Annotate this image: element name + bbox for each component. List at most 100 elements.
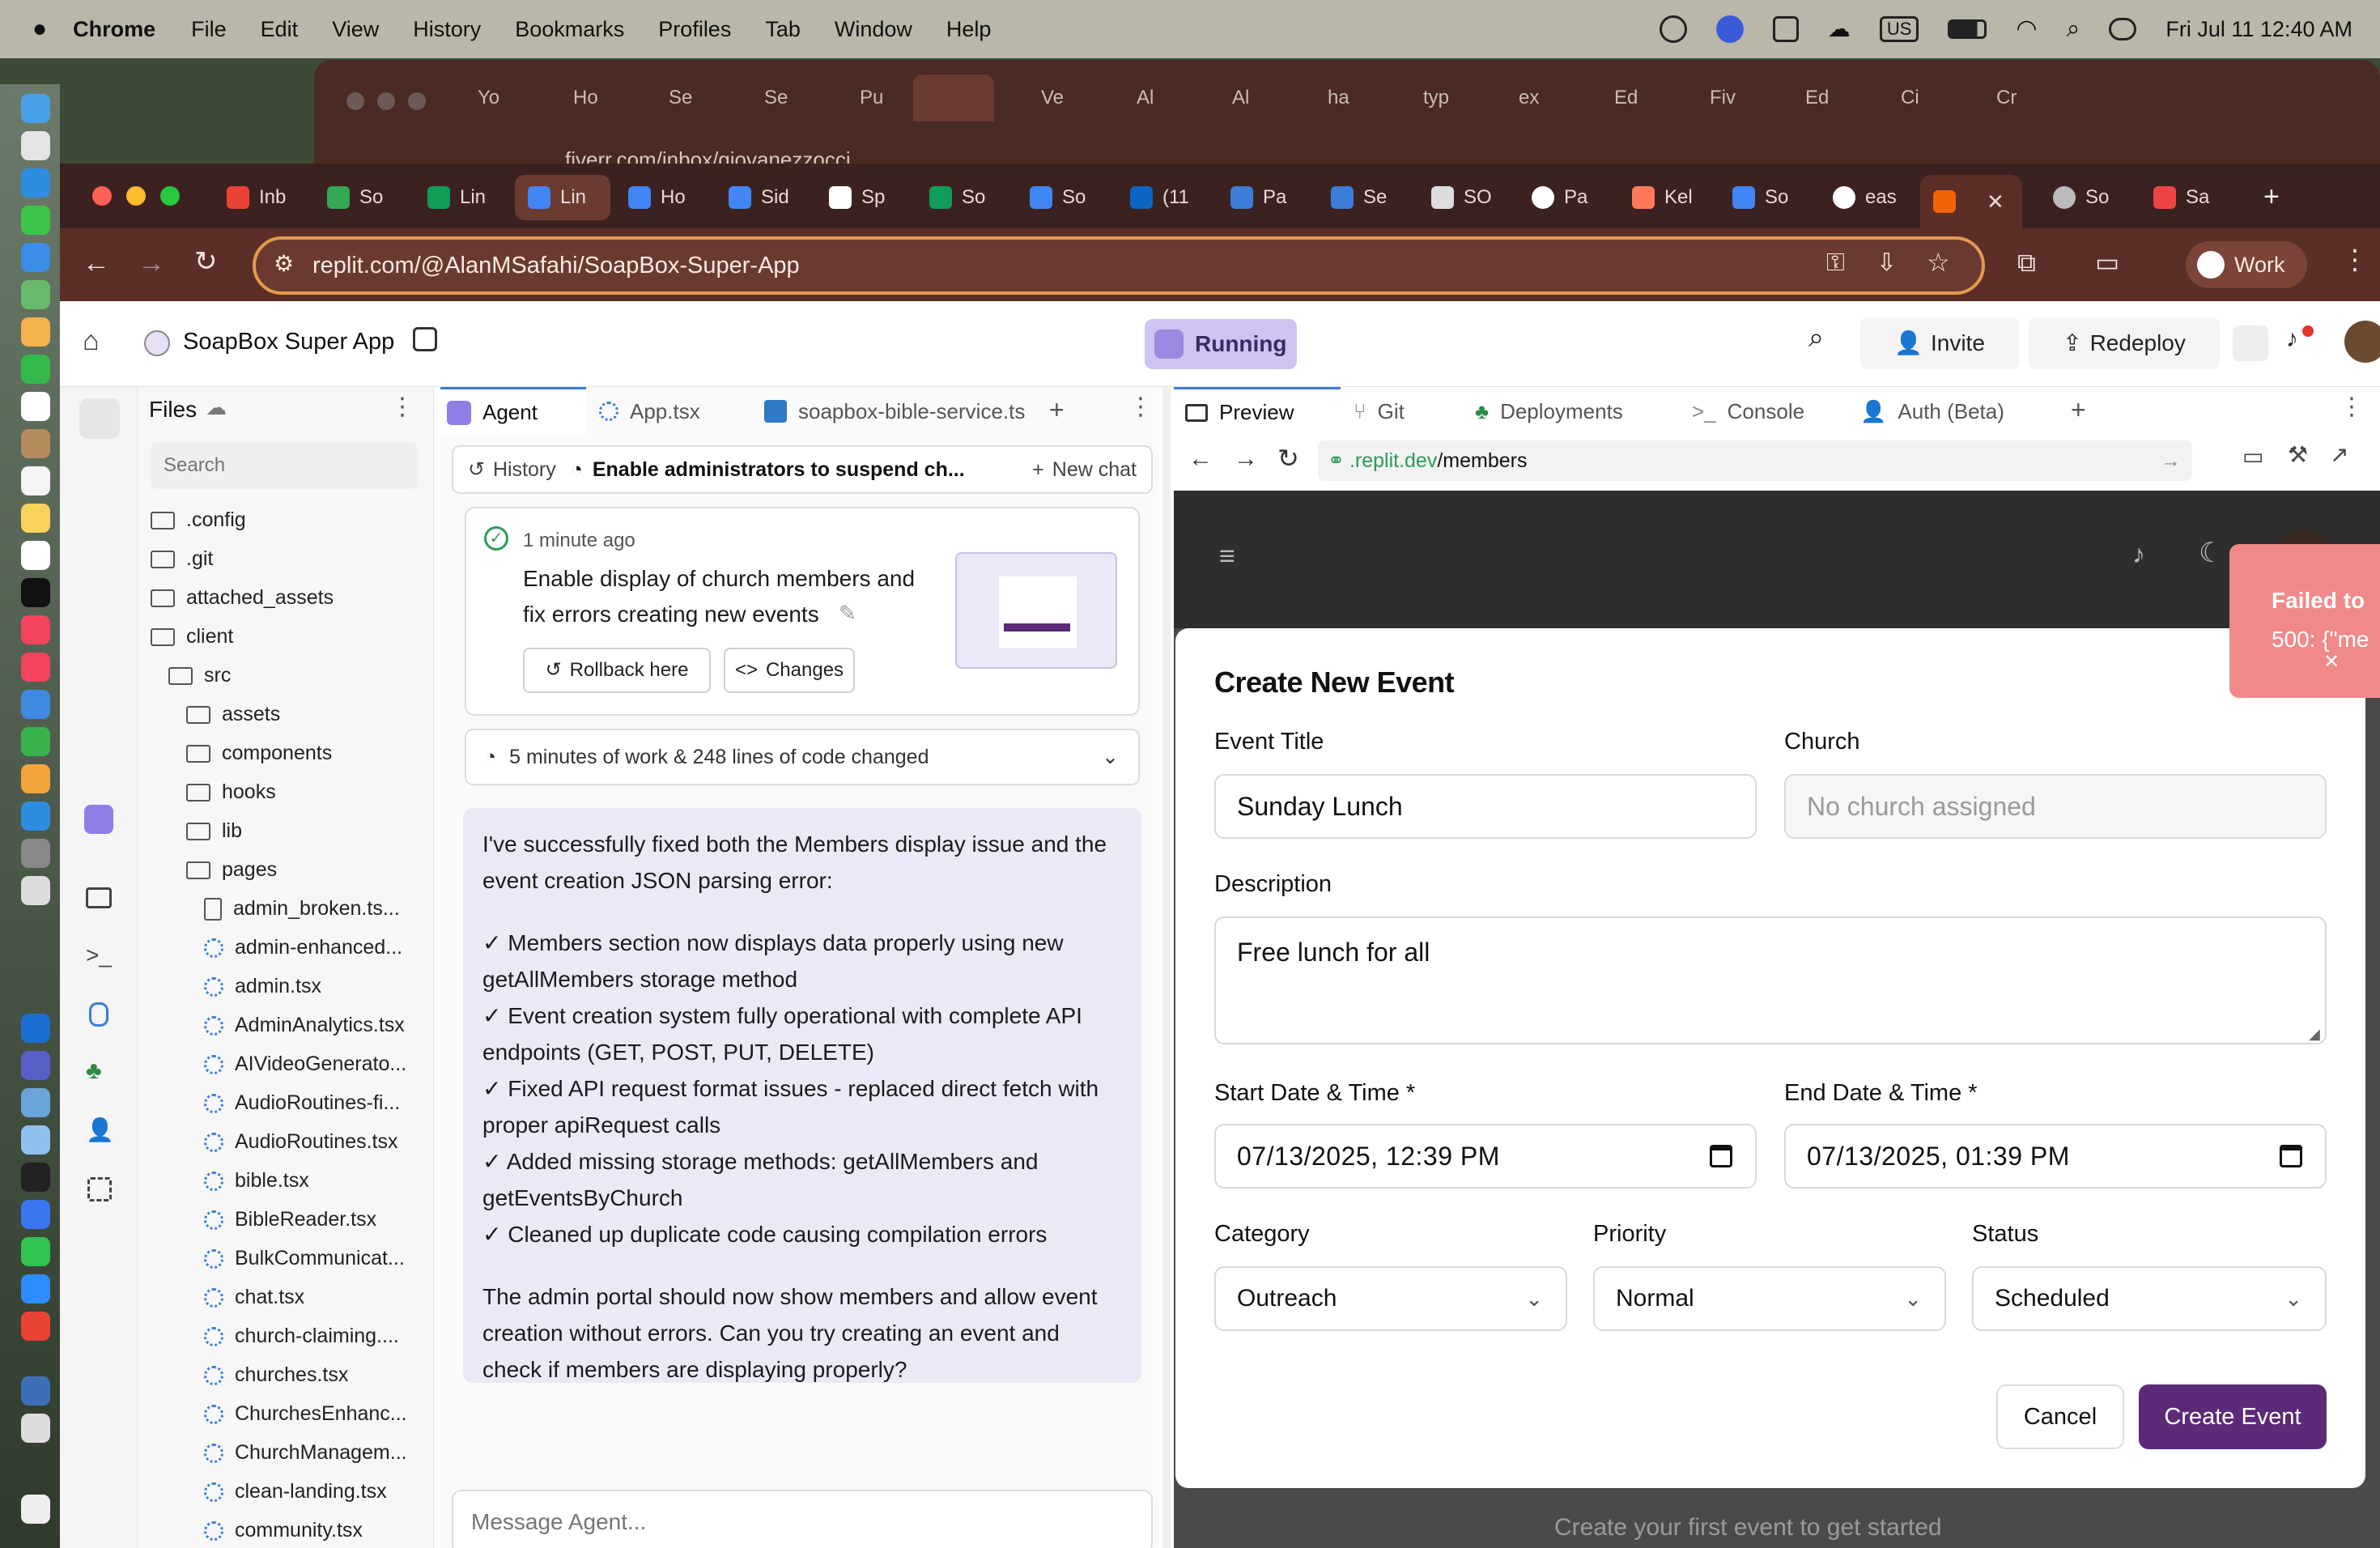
- address-bar[interactable]: ⚙ replit.com/@AlanMSafahi/SoapBox-Super-…: [253, 236, 1985, 295]
- dock-downloads-icon[interactable]: [21, 1495, 50, 1524]
- file-tree-item[interactable]: admin-enhanced...: [204, 936, 402, 959]
- tab-search-icon[interactable]: ▭: [2095, 249, 2119, 275]
- hamburger-menu-icon[interactable]: ≡: [1219, 542, 1235, 570]
- dock-tv-icon[interactable]: [21, 578, 50, 607]
- menu-history[interactable]: History: [413, 17, 481, 42]
- browser-tab[interactable]: So: [1719, 175, 1815, 220]
- preview-forward-icon[interactable]: →: [1234, 447, 1258, 471]
- file-tree-item[interactable]: attached_assets: [151, 586, 334, 610]
- zoom-icon[interactable]: [1715, 15, 1744, 43]
- file-tree-item[interactable]: BulkCommunicat...: [204, 1247, 405, 1270]
- checkpoint-thumbnail[interactable]: [955, 552, 1117, 669]
- tab-deployments[interactable]: ♣ Deployments: [1475, 387, 1623, 436]
- auth-tool-icon[interactable]: 👤: [86, 1119, 114, 1142]
- site-info-icon[interactable]: ⚙: [274, 253, 294, 275]
- password-key-icon[interactable]: ⚿: [1826, 251, 1845, 275]
- project-avatar[interactable]: [144, 330, 170, 356]
- dock-whatsapp-icon[interactable]: [21, 1237, 50, 1266]
- menu-help[interactable]: Help: [946, 17, 992, 42]
- new-tab-plus-icon[interactable]: +: [1049, 397, 1065, 423]
- wifi-icon[interactable]: ◠: [2016, 17, 2037, 41]
- browser-tab[interactable]: Inb: [214, 175, 309, 220]
- dock-freeform-icon[interactable]: [21, 541, 50, 570]
- file-tree-item[interactable]: hooks: [186, 780, 276, 804]
- dock-preview-icon[interactable]: [21, 1088, 50, 1117]
- dock-notes-icon[interactable]: [21, 504, 50, 533]
- dock-numbers-icon[interactable]: [21, 727, 50, 756]
- extensions-icon[interactable]: ⧉: [2017, 249, 2036, 275]
- file-tree-item[interactable]: bible.tsx: [204, 1169, 309, 1193]
- dock-calendar-icon[interactable]: [21, 392, 50, 421]
- dock-screen-icon[interactable]: [21, 1376, 50, 1406]
- browser-tab[interactable]: So: [2040, 175, 2136, 220]
- home-icon[interactable]: ⌂: [83, 327, 100, 355]
- preview-reload-icon[interactable]: ↻: [1277, 445, 1299, 471]
- files-menu-icon[interactable]: ⋮: [390, 395, 414, 419]
- bg-tab[interactable]: Yo: [436, 74, 526, 121]
- project-name[interactable]: SoapBox Super App: [183, 329, 394, 355]
- dock-maps-icon[interactable]: [21, 280, 50, 309]
- notifications-bell-icon[interactable]: ♪: [2286, 327, 2298, 351]
- weather-icon[interactable]: ☁: [1828, 18, 1851, 40]
- apple-icon[interactable]: ●: [32, 17, 47, 41]
- file-tree-item[interactable]: src: [168, 664, 231, 687]
- message-agent-input[interactable]: [452, 1490, 1153, 1548]
- file-tree-item[interactable]: .config: [151, 508, 246, 532]
- menu-window[interactable]: Window: [835, 17, 912, 42]
- dock-news-icon[interactable]: [21, 653, 50, 682]
- dock-files-icon[interactable]: [21, 1125, 50, 1155]
- file-tree-item[interactable]: admin.tsx: [204, 975, 321, 998]
- browser-tab[interactable]: Ho: [615, 175, 711, 220]
- menu-bookmarks[interactable]: Bookmarks: [515, 17, 624, 42]
- file-tree-item[interactable]: community.tsx: [204, 1519, 363, 1542]
- create-event-button[interactable]: Create Event: [2139, 1384, 2327, 1449]
- dock-zoom-icon[interactable]: [21, 1274, 50, 1303]
- menu-file[interactable]: File: [191, 17, 227, 42]
- changes-button[interactable]: <> Changes: [724, 648, 855, 693]
- calendar-icon[interactable]: [2280, 1145, 2302, 1167]
- database-tool-icon[interactable]: [89, 1002, 108, 1027]
- user-avatar[interactable]: [2344, 321, 2380, 363]
- bg-tab[interactable]: Ve: [999, 74, 1090, 121]
- theme-moon-icon[interactable]: ☾: [2199, 539, 2223, 567]
- tab-soapbox-bible-service[interactable]: soapbox-bible-service.ts: [764, 387, 1025, 436]
- bg-tab[interactable]: Cr: [1954, 74, 2045, 121]
- tab-console[interactable]: >_ Console: [1692, 387, 1804, 436]
- browser-tab[interactable]: So: [916, 175, 1012, 220]
- browser-tab[interactable]: Pa: [1519, 175, 1614, 220]
- file-tree-item[interactable]: AudioRoutines.tsx: [204, 1130, 398, 1154]
- search-icon[interactable]: ⌕: [1808, 324, 1824, 351]
- history-button[interactable]: ↺ History: [453, 458, 571, 482]
- file-tree-item[interactable]: ChurchManagem...: [204, 1441, 407, 1465]
- menu-app-name[interactable]: Chrome: [73, 17, 155, 42]
- bg-tab[interactable]: ex: [1477, 74, 1567, 121]
- status-tray-icon[interactable]: [1659, 15, 1687, 43]
- dock-pages-icon[interactable]: [21, 764, 50, 793]
- browser-tab[interactable]: Kel: [1619, 175, 1715, 220]
- redeploy-button[interactable]: ⇪ Redeploy: [2029, 317, 2220, 369]
- tab-agent[interactable]: Agent: [440, 387, 586, 436]
- browser-tab[interactable]: Lin: [414, 175, 510, 220]
- browser-tab[interactable]: Sp: [816, 175, 912, 220]
- devices-icon[interactable]: ▭: [2242, 445, 2263, 468]
- cancel-button[interactable]: Cancel: [1996, 1384, 2124, 1449]
- reload-icon[interactable]: ↻: [194, 248, 218, 275]
- file-tree-item[interactable]: chat.tsx: [204, 1286, 304, 1309]
- preview-back-icon[interactable]: ←: [1188, 447, 1213, 471]
- bg-tab[interactable]: Fiv: [1668, 74, 1758, 121]
- file-tree-item[interactable]: lib: [186, 819, 242, 843]
- file-tree-item[interactable]: components: [186, 742, 332, 765]
- file-tree-item[interactable]: churches.tsx: [204, 1363, 348, 1387]
- bookmark-star-icon[interactable]: ☆: [1927, 249, 1950, 275]
- browser-tab[interactable]: eas: [1820, 175, 1915, 220]
- invite-button[interactable]: 👤 Invite: [1860, 317, 2019, 369]
- profile-chip[interactable]: Work: [2186, 241, 2307, 288]
- file-tree-item[interactable]: AIVideoGenerato...: [204, 1053, 406, 1076]
- bg-tab[interactable]: Se: [627, 74, 717, 121]
- browser-tab[interactable]: Pa: [1218, 175, 1313, 220]
- file-tree-item[interactable]: pages: [186, 858, 277, 882]
- panel-menu-icon[interactable]: ⋮: [1128, 395, 1153, 419]
- file-tree-toggle-icon[interactable]: [79, 398, 120, 439]
- dock-teams-icon[interactable]: [21, 1051, 50, 1080]
- install-app-icon[interactable]: ⇩: [1876, 251, 1897, 275]
